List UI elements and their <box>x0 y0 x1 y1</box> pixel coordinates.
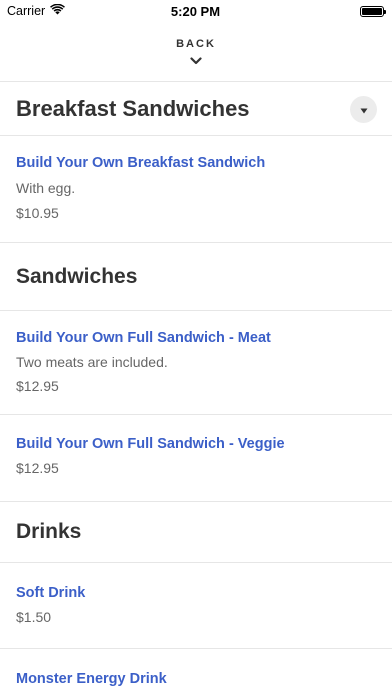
back-label: BACK <box>176 37 216 50</box>
menu-item-name[interactable]: Build Your Own Full Sandwich - Veggie <box>16 436 376 452</box>
battery-fill <box>361 7 382 15</box>
menu-item-price: $10.95 <box>16 205 59 221</box>
carrier-label: Carrier <box>7 4 46 18</box>
battery-icon <box>359 5 386 17</box>
category-dropdown-button[interactable] <box>350 96 377 123</box>
chevron-down-icon <box>190 52 202 70</box>
wifi-icon <box>50 3 66 18</box>
menu-list: Breakfast Sandwiches Build Your Own Brea… <box>0 82 392 696</box>
menu-item-description: Two meats are included. <box>16 354 168 370</box>
dropdown-caret-icon <box>360 101 368 119</box>
status-time: 5:20 PM <box>170 3 221 19</box>
status-right <box>264 5 386 17</box>
screen: Carrier 5:20 PM BACK Breakfast Sandwiche… <box>0 0 392 696</box>
menu-item-description: With egg. <box>16 180 76 196</box>
menu-item[interactable]: Monster Energy Drink <box>0 649 392 696</box>
menu-item-name[interactable]: Build Your Own Full Sandwich - Meat <box>16 330 376 346</box>
menu-item-name[interactable]: Build Your Own Breakfast Sandwich <box>16 155 376 171</box>
menu-item-price: $1.50 <box>16 609 52 625</box>
menu-item-price: $12.95 <box>16 460 59 476</box>
category-title: Drinks <box>16 520 82 543</box>
menu-item-name[interactable]: Soft Drink <box>16 585 376 601</box>
menu-item[interactable]: Build Your Own Breakfast Sandwich With e… <box>0 136 392 243</box>
category-title: Sandwiches <box>16 264 138 288</box>
menu-item[interactable]: Soft Drink $1.50 <box>0 563 392 649</box>
category-header-breakfast-sandwiches[interactable]: Breakfast Sandwiches <box>0 82 392 136</box>
menu-item[interactable]: Build Your Own Full Sandwich - Veggie $1… <box>0 415 392 502</box>
category-header-sandwiches[interactable]: Sandwiches <box>0 243 392 311</box>
category-header-drinks[interactable]: Drinks <box>0 502 392 563</box>
back-button[interactable]: BACK <box>0 22 392 82</box>
menu-item[interactable]: Build Your Own Full Sandwich - Meat Two … <box>0 311 392 415</box>
status-bar: Carrier 5:20 PM <box>0 0 392 22</box>
menu-item-price: $12.95 <box>16 378 59 394</box>
status-left: Carrier <box>7 3 127 18</box>
menu-item-name[interactable]: Monster Energy Drink <box>16 671 376 687</box>
category-title: Breakfast Sandwiches <box>16 95 250 121</box>
